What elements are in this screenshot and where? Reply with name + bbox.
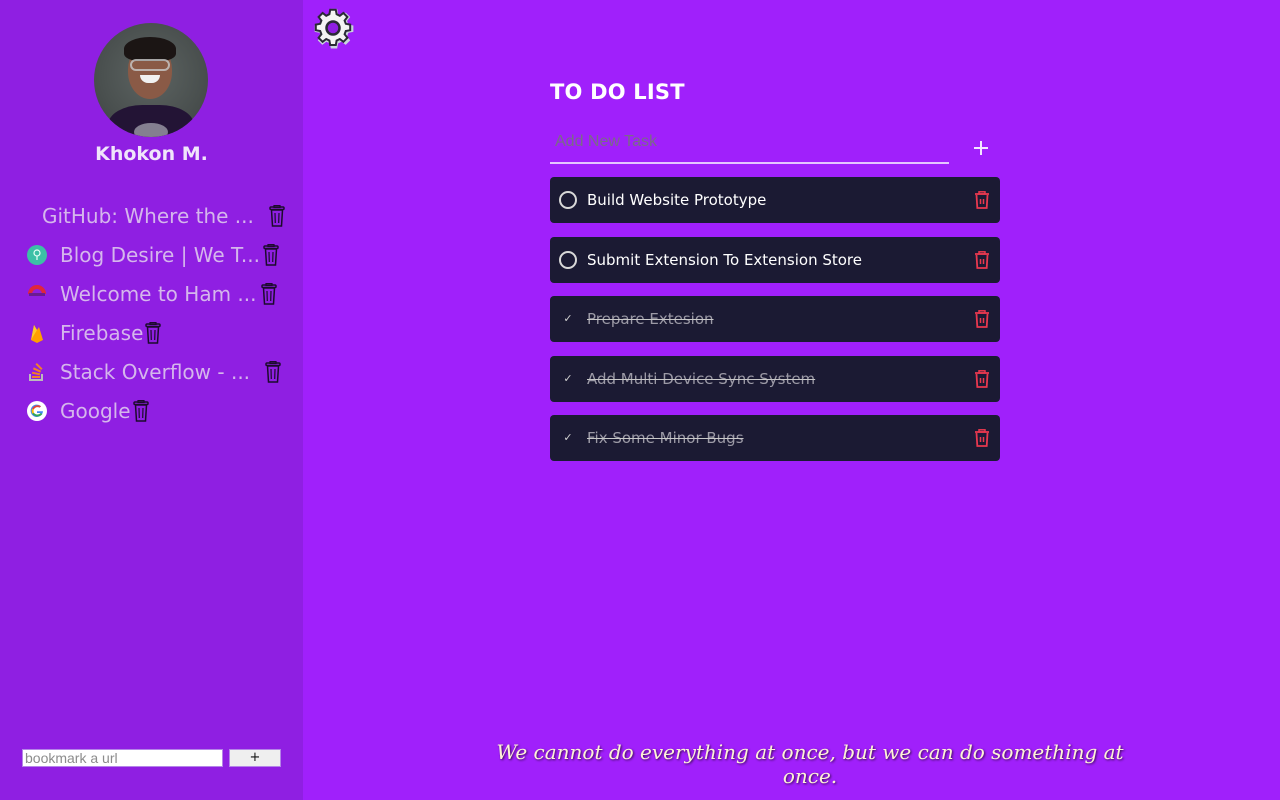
trash-icon — [145, 321, 162, 344]
delete-task-button[interactable] — [974, 369, 990, 388]
delete-bookmark-button[interactable] — [132, 399, 150, 422]
bookmark-item[interactable]: Google — [26, 391, 296, 430]
delete-task-button[interactable] — [974, 429, 990, 447]
trash-icon — [975, 369, 989, 388]
sidebar: Khokon M. GitHub: Where the ... Blog Des… — [0, 0, 303, 800]
task-list: Build Website Prototype Submit Extension… — [550, 177, 1000, 461]
bookmark-item[interactable]: Stack Overflow - ... — [26, 352, 296, 391]
trash-icon — [132, 399, 149, 422]
bookmark-item[interactable]: Welcome to Ham ... — [26, 274, 296, 313]
ham-favicon-icon — [26, 283, 48, 305]
bookmark-list: GitHub: Where the ... Blog Desire | We T… — [26, 196, 296, 430]
trash-icon — [269, 204, 285, 227]
task-checkbox[interactable] — [559, 250, 577, 269]
task-checkmark[interactable]: ✓ — [559, 370, 577, 388]
trash-icon — [265, 360, 281, 383]
profile-name: Khokon M. — [95, 143, 208, 165]
delete-bookmark-button[interactable] — [268, 204, 286, 227]
bookmark-label: Stack Overflow - ... — [60, 359, 251, 384]
add-task-row — [550, 126, 1000, 166]
delete-task-button[interactable] — [974, 191, 990, 209]
trash-icon — [261, 282, 278, 305]
bookmark-label: Welcome to Ham ... — [60, 281, 257, 306]
task-item: ✓ Add Multi Device Sync System — [550, 355, 1000, 402]
task-checkmark[interactable]: ✓ — [559, 429, 577, 447]
stackoverflow-favicon-icon — [26, 361, 48, 383]
delete-task-button[interactable] — [974, 250, 990, 269]
firebase-favicon-icon — [26, 322, 48, 344]
bookmark-url-input[interactable] — [22, 749, 223, 767]
bookmark-form: + — [22, 749, 281, 767]
plus-icon — [974, 141, 988, 155]
blog-desire-favicon-icon — [26, 244, 48, 266]
bookmark-item[interactable]: GitHub: Where the ... — [26, 196, 296, 235]
todo-panel: TO DO LIST Build Website Prototype — [550, 78, 1000, 475]
motivational-quote: We cannot do everything at once, but we … — [496, 740, 1124, 788]
delete-bookmark-button[interactable] — [144, 321, 162, 344]
todo-title: TO DO LIST — [550, 80, 685, 104]
task-item: ✓ Fix Some Minor Bugs — [550, 415, 1000, 461]
avatar — [94, 23, 208, 137]
task-text: Add Multi Device Sync System — [587, 369, 816, 388]
bookmark-item[interactable]: Firebase — [26, 313, 296, 352]
google-favicon-icon — [26, 400, 48, 422]
delete-task-button[interactable] — [974, 310, 990, 328]
task-checkbox[interactable] — [559, 191, 577, 209]
task-item: Submit Extension To Extension Store — [550, 236, 1000, 283]
task-checkmark[interactable]: ✓ — [559, 310, 577, 328]
trash-icon — [263, 243, 279, 266]
delete-bookmark-button[interactable] — [260, 282, 278, 305]
add-task-button[interactable] — [971, 138, 991, 158]
bookmark-label: GitHub: Where the ... — [42, 203, 254, 228]
delete-bookmark-button[interactable] — [264, 360, 282, 383]
task-text: Fix Some Minor Bugs — [587, 429, 744, 447]
gear-icon — [314, 8, 354, 49]
new-task-input[interactable] — [550, 126, 949, 164]
trash-icon — [975, 429, 989, 447]
add-bookmark-button[interactable]: + — [229, 749, 281, 767]
bookmark-label: Blog Desire | We T... — [60, 242, 260, 267]
bookmark-label: Firebase — [60, 320, 144, 345]
bookmark-item[interactable]: Blog Desire | We T... — [26, 235, 296, 274]
task-text: Prepare Extesion — [587, 310, 714, 328]
task-item: Build Website Prototype — [550, 177, 1000, 223]
trash-icon — [975, 250, 989, 269]
task-item: ✓ Prepare Extesion — [550, 296, 1000, 342]
delete-bookmark-button[interactable] — [262, 243, 280, 266]
trash-icon — [975, 310, 989, 328]
task-text: Submit Extension To Extension Store — [587, 250, 862, 269]
task-text: Build Website Prototype — [587, 191, 767, 209]
bookmark-label: Google — [60, 398, 131, 423]
trash-icon — [975, 191, 989, 209]
settings-button[interactable] — [309, 6, 357, 50]
